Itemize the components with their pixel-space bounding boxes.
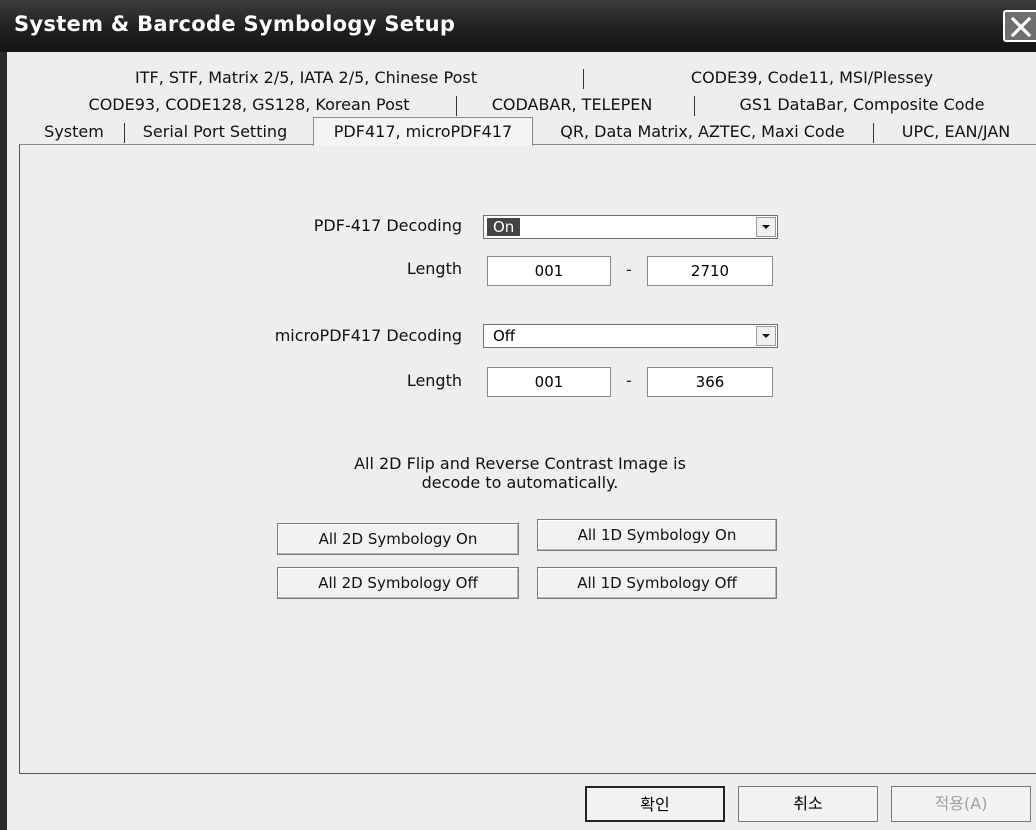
tab-codabar-telepen[interactable]: CODABAR, TELEPEN <box>472 93 672 117</box>
tab-qr-datamatrix-aztec[interactable]: QR, Data Matrix, AZTEC, Maxi Code <box>540 120 865 144</box>
micropdf417-length-separator: - <box>626 371 632 390</box>
tab-itf-stf-matrix[interactable]: ITF, STF, Matrix 2/5, IATA 2/5, Chinese … <box>96 66 516 90</box>
tab-upc-ean-jan[interactable]: UPC, EAN/JAN <box>876 120 1036 144</box>
tab-code39-code11[interactable]: CODE39, Code11, MSI/Plessey <box>662 66 962 90</box>
close-button[interactable] <box>1003 10 1036 42</box>
ok-button[interactable]: 확인 <box>585 786 725 822</box>
pdf417-decoding-label: PDF-417 Decoding <box>313 216 462 235</box>
tab-gs1-databar[interactable]: GS1 DataBar, Composite Code <box>712 93 1012 117</box>
all-2d-on-button[interactable]: All 2D Symbology On <box>277 523 519 555</box>
pdf417-length-separator: - <box>626 260 632 279</box>
tab-pdf417-micropdf417[interactable]: PDF417, microPDF417 <box>313 117 533 146</box>
micropdf417-decoding-label: microPDF417 Decoding <box>274 326 462 345</box>
tab-row-3: System Serial Port Setting PDF417, micro… <box>0 117 1036 146</box>
info-note: All 2D Flip and Reverse Contrast Image i… <box>260 454 780 492</box>
tab-system[interactable]: System <box>32 120 116 144</box>
tab-separator <box>873 123 874 143</box>
tab-separator <box>583 69 584 89</box>
all-1d-on-button[interactable]: All 1D Symbology On <box>537 519 777 551</box>
micropdf417-decoding-select[interactable]: Off <box>483 324 778 348</box>
title-bar: System & Barcode Symbology Setup <box>0 0 1036 52</box>
tab-separator <box>124 123 125 143</box>
tab-row-2: CODE93, CODE128, GS128, Korean Post CODA… <box>0 93 1036 117</box>
apply-button[interactable]: 적용(A) <box>891 786 1031 822</box>
tab-serial-port-setting[interactable]: Serial Port Setting <box>130 120 300 144</box>
pdf417-decoding-value: On <box>487 218 521 236</box>
dropdown-arrow-icon[interactable] <box>756 217 776 237</box>
pdf417-decoding-select[interactable]: On <box>483 215 778 239</box>
info-note-line-2: decode to automatically. <box>421 473 619 492</box>
window-title: System & Barcode Symbology Setup <box>14 12 456 36</box>
tab-row-1: ITF, STF, Matrix 2/5, IATA 2/5, Chinese … <box>0 66 1036 90</box>
dropdown-arrow-icon[interactable] <box>756 326 776 346</box>
pdf417-length-min-field[interactable]: 001 <box>487 256 611 286</box>
tab-separator <box>456 96 457 116</box>
pdf417-length-label: Length <box>406 259 462 278</box>
pdf417-length-max-field[interactable]: 2710 <box>647 256 773 286</box>
tab-code93-code128[interactable]: CODE93, CODE128, GS128, Korean Post <box>58 93 440 117</box>
close-icon <box>1010 16 1032 38</box>
setup-dialog: System & Barcode Symbology Setup ITF, ST… <box>0 0 1036 830</box>
info-note-line-1: All 2D Flip and Reverse Contrast Image i… <box>354 454 686 473</box>
all-1d-off-button[interactable]: All 1D Symbology Off <box>537 567 777 599</box>
micropdf417-length-min-field[interactable]: 001 <box>487 367 611 397</box>
micropdf417-length-max-field[interactable]: 366 <box>647 367 773 397</box>
micropdf417-length-label: Length <box>406 371 462 390</box>
cancel-button[interactable]: 취소 <box>738 786 878 822</box>
window-left-border <box>0 52 7 830</box>
all-2d-off-button[interactable]: All 2D Symbology Off <box>277 567 519 599</box>
micropdf417-decoding-value: Off <box>493 327 516 345</box>
tab-separator <box>694 96 695 116</box>
